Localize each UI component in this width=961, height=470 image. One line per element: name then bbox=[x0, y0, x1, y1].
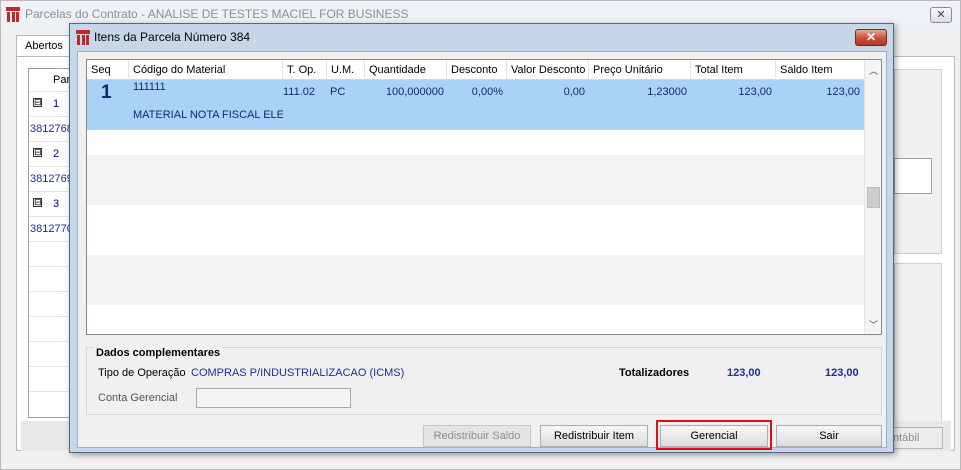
table-row[interactable]: 3812770 bbox=[29, 216, 72, 241]
group-row[interactable]: ⊟ 3 bbox=[29, 191, 72, 216]
conta-gerencial-label: Conta Gerencial bbox=[98, 392, 178, 404]
itens-parcela-dialog: Itens da Parcela Número 384 ✕ Seq Código… bbox=[69, 23, 894, 453]
group-row[interactable]: ⊟ 2 bbox=[29, 141, 72, 166]
items-grid-scrollbar[interactable]: ︿ ﹀ bbox=[864, 60, 881, 334]
column-header-desconto[interactable]: Desconto bbox=[447, 60, 507, 80]
row-quantidade: 100,000000 bbox=[385, 86, 444, 98]
column-header-seq[interactable]: Seq bbox=[87, 60, 129, 80]
items-grid: Seq Código do Material T. Op. U.M. Quant… bbox=[86, 59, 882, 335]
column-header-um[interactable]: U.M. bbox=[327, 60, 365, 80]
scroll-up-icon[interactable]: ︿ bbox=[869, 64, 878, 77]
sair-button[interactable]: Sair bbox=[776, 425, 882, 447]
table-row[interactable]: 3812769 bbox=[29, 166, 72, 191]
dados-complementares-title: Dados complementares bbox=[94, 347, 223, 359]
scroll-down-icon[interactable]: ﹀ bbox=[869, 318, 878, 331]
row-material-description: MATERIAL NOTA FISCAL ELETRO bbox=[133, 109, 283, 121]
empty-row bbox=[87, 280, 864, 305]
table-row bbox=[29, 366, 72, 391]
column-header-valor-desconto[interactable]: Valor Desconto bbox=[507, 60, 589, 80]
items-grid-header: Seq Código do Material T. Op. U.M. Quant… bbox=[87, 60, 864, 80]
table-row bbox=[29, 291, 72, 316]
column-header-saldo-item[interactable]: Saldo Item bbox=[776, 60, 864, 80]
row-total-item: 123,00 bbox=[738, 86, 772, 98]
table-row bbox=[29, 391, 72, 416]
table-row bbox=[29, 341, 72, 366]
empty-row bbox=[87, 180, 864, 205]
empty-row bbox=[87, 155, 864, 180]
row-valor-desconto: 0,00 bbox=[563, 86, 585, 98]
dialog-title: Itens da Parcela Número 384 bbox=[94, 30, 251, 44]
app-logo-icon bbox=[76, 30, 90, 45]
totalizador-total-item: 123,00 bbox=[727, 367, 761, 379]
row-saldo-item: 123,00 bbox=[826, 86, 860, 98]
scrollbar-thumb[interactable] bbox=[867, 187, 880, 208]
empty-row bbox=[87, 130, 864, 155]
table-row-selected[interactable]: 1 111111 111.02 PC 100,000000 0,00% 0,00… bbox=[87, 80, 864, 130]
empty-row bbox=[87, 205, 864, 230]
redistribuir-saldo-button[interactable]: Redistribuir Saldo bbox=[423, 425, 531, 447]
parent-close-button[interactable]: ✕ bbox=[930, 7, 952, 23]
collapse-icon[interactable]: ⊟ bbox=[33, 198, 42, 207]
totalizadores-label: Totalizadores bbox=[619, 367, 690, 379]
contabil-button[interactable]: ntábil bbox=[888, 427, 943, 449]
column-header-codigo[interactable]: Código do Material bbox=[129, 60, 283, 80]
table-row bbox=[29, 241, 72, 266]
column-header-quantidade[interactable]: Quantidade bbox=[365, 60, 447, 80]
app-logo-icon bbox=[6, 7, 20, 22]
row-desconto: 0,00% bbox=[471, 86, 503, 98]
tipo-operacao-label: Tipo de Operação bbox=[98, 367, 186, 379]
dialog-body: Seq Código do Material T. Op. U.M. Quant… bbox=[77, 51, 887, 450]
dialog-close-button[interactable]: ✕ bbox=[855, 29, 887, 46]
tab-abertos[interactable]: Abertos bbox=[16, 35, 72, 57]
column-header-preco-unitario[interactable]: Preço Unitário bbox=[589, 60, 691, 80]
dialog-titlebar[interactable]: Itens da Parcela Número 384 ✕ bbox=[70, 24, 893, 50]
empty-row bbox=[87, 305, 864, 330]
column-header-top[interactable]: T. Op. bbox=[283, 60, 327, 80]
row-codigo[interactable]: 111111 bbox=[133, 81, 166, 93]
row-seq: 1 bbox=[101, 82, 112, 103]
dados-complementares-group: Dados complementares Tipo de Operação CO… bbox=[86, 347, 882, 415]
group-row[interactable]: ⊟ 1 bbox=[29, 91, 72, 116]
tipo-operacao-value: COMPRAS P/INDUSTRIALIZACAO (ICMS) bbox=[191, 367, 405, 379]
collapse-icon[interactable]: ⊟ bbox=[33, 98, 42, 107]
column-header-total-item[interactable]: Total Item bbox=[691, 60, 776, 80]
collapse-icon[interactable]: ⊟ bbox=[33, 148, 42, 157]
table-row bbox=[29, 266, 72, 291]
table-row[interactable]: 3812768 bbox=[29, 116, 72, 141]
empty-row bbox=[87, 230, 864, 255]
empty-row bbox=[87, 255, 864, 280]
parent-window-title: Parcelas do Contrato - ANALISE DE TESTES… bbox=[25, 7, 409, 21]
right-side-field[interactable] bbox=[894, 158, 932, 194]
totalizador-saldo-item: 123,00 bbox=[825, 367, 859, 379]
row-top: 111.02 bbox=[283, 86, 316, 98]
conta-gerencial-field[interactable] bbox=[196, 388, 351, 408]
gerencial-highlight bbox=[656, 420, 772, 450]
right-panel-bottom bbox=[894, 263, 942, 423]
table-row bbox=[29, 316, 72, 341]
parcelas-grid-header: Par bbox=[53, 74, 71, 86]
row-um: PC bbox=[330, 86, 346, 98]
parcelas-grid: Par ⊟ 1 3812768 ⊟ 2 3812769 ⊟ 3 3812770 bbox=[28, 68, 73, 418]
redistribuir-item-button[interactable]: Redistribuir Item bbox=[540, 425, 648, 447]
row-preco-unitario: 1,23000 bbox=[647, 86, 687, 98]
